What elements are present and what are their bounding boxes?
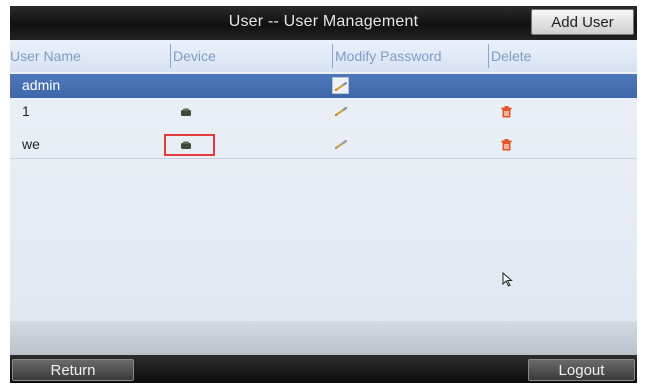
bottom-bar: Return Logout [10,355,637,383]
title-bar: User -- User Management Add User [10,6,637,40]
return-button[interactable]: Return [12,359,134,381]
mouse-cursor-icon [502,272,513,287]
modify-password-button[interactable] [332,77,349,94]
pencil-icon[interactable] [333,138,349,150]
user-name-cell: 1 [22,103,30,119]
status-strip [10,321,637,355]
table-row[interactable]: we [10,133,637,157]
trash-icon[interactable] [501,139,512,151]
table-row[interactable]: admin [10,74,637,98]
column-header-delete[interactable]: Delete [491,48,531,64]
device-highlight-box [164,134,215,156]
pencil-icon [334,81,348,92]
user-management-screen: User -- User Management Add User User Na… [10,6,637,383]
logout-button[interactable]: Logout [528,359,635,381]
column-header-device[interactable]: Device [173,48,216,64]
add-user-button[interactable]: Add User [531,9,634,35]
table-header: User Name Device Modify Password Delete [10,40,637,72]
column-header-user-name[interactable]: User Name [10,48,81,64]
trash-icon[interactable] [501,106,512,118]
column-header-modify-password[interactable]: Modify Password [335,48,442,64]
user-name-cell: we [22,136,40,152]
column-separator [488,44,489,68]
user-name-cell: admin [22,77,61,93]
table-row[interactable]: 1 [10,100,637,124]
column-separator [332,44,333,68]
column-separator [170,44,171,68]
row-divider [10,158,637,159]
pencil-icon[interactable] [333,105,349,117]
device-icon[interactable] [180,108,192,117]
